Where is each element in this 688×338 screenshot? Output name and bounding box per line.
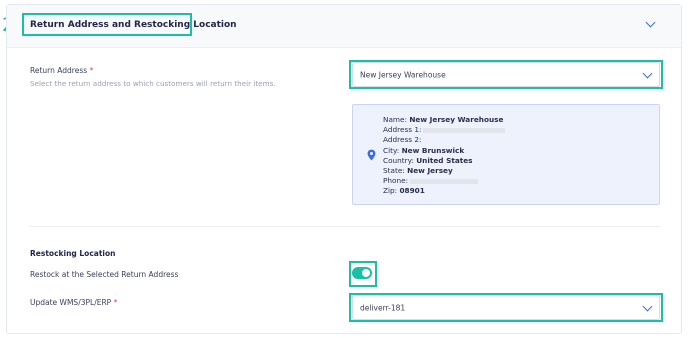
callout-26-highlight	[349, 261, 377, 287]
callout-25-highlight	[349, 60, 663, 89]
wms-label-text: Update WMS/3PL/ERP	[30, 298, 112, 307]
callout-27-highlight	[349, 293, 663, 322]
return-address-help: Select the return address to which custo…	[30, 79, 276, 88]
required-mark: *	[89, 66, 94, 75]
wms-label: Update WMS/3PL/ERP *	[30, 298, 117, 307]
address-details-card: Name: New Jersey Warehouse Address 1: Ad…	[352, 104, 660, 205]
location-pin-icon	[367, 149, 376, 161]
address-state: State: New Jersey	[383, 166, 453, 176]
required-mark: *	[113, 298, 118, 307]
restock-toggle-label: Restock at the Selected Return Address	[30, 270, 179, 279]
redacted-value	[410, 178, 479, 184]
address-city: City: New Brunswick	[383, 145, 465, 155]
restocking-heading: Restocking Location	[30, 249, 116, 258]
return-address-label-text: Return Address	[30, 66, 88, 75]
address-line-1: Address 1:	[383, 125, 506, 135]
section-divider	[30, 226, 660, 227]
return-address-label: Return Address *	[30, 66, 93, 75]
address-country: Country: United States	[383, 155, 473, 165]
address-zip: Zip: 08901	[383, 186, 425, 196]
redacted-value	[423, 127, 506, 133]
address-line-2: Address 2:	[383, 135, 422, 145]
address-name: Name: New Jersey Warehouse	[383, 115, 504, 124]
section-title: Return Address and Restocking Location	[30, 20, 237, 30]
address-phone: Phone:	[383, 176, 505, 186]
